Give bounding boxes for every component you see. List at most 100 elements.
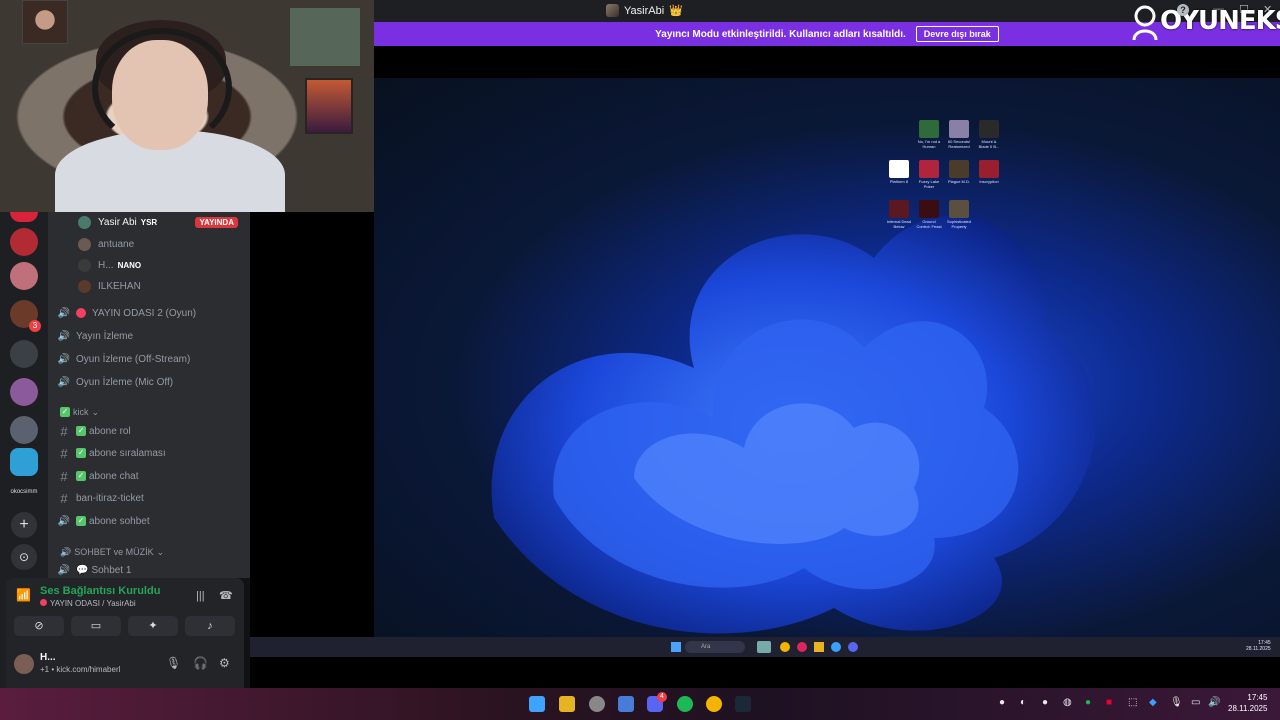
speaker-icon: 🔊 xyxy=(57,564,71,576)
check-icon: ✓ xyxy=(76,471,86,481)
server-icon[interactable] xyxy=(10,228,38,256)
voice-channel[interactable]: 🔊 Oyun İzleme (Mic Off) xyxy=(48,372,250,392)
desktop-icon[interactable]: Fuzzy Lake Poker xyxy=(916,160,942,189)
speech-bubble-icon: 💬 xyxy=(76,564,89,576)
screen-share-button[interactable]: ▭ xyxy=(71,616,121,636)
server-icon[interactable] xyxy=(10,212,38,222)
user-panel: H... +1 • kick.com/himaberl 🎙 🎧 ⚙ xyxy=(6,642,244,688)
spotify-tray-icon[interactable]: ● xyxy=(1085,697,1091,708)
hash-icon: # xyxy=(60,423,68,439)
spotify-icon[interactable] xyxy=(677,696,693,712)
voice-channel[interactable]: 🔊 💬 Sohbet 1 xyxy=(48,560,250,578)
server-folder-icon[interactable] xyxy=(10,416,38,444)
server-folder-icon[interactable] xyxy=(10,378,38,406)
server-icon[interactable] xyxy=(10,448,38,476)
desktop-icon[interactable]: No, I'm not a Human xyxy=(916,120,942,149)
check-icon: ✓ xyxy=(76,426,86,436)
desktop-icon[interactable]: Sophisticated Property xyxy=(946,200,972,229)
window-title-text: YasirAbi xyxy=(624,4,665,17)
user-name[interactable]: H... xyxy=(40,652,56,663)
desktop-icon[interactable]: Inscryption xyxy=(976,160,1002,184)
tray-icon[interactable]: ● xyxy=(999,697,1005,708)
disconnect-icon[interactable]: ☎ xyxy=(219,589,233,602)
voice-channel[interactable]: 🔊 ✓ abone sohbet xyxy=(48,511,250,531)
windows-start-icon[interactable] xyxy=(529,696,545,712)
server-folder-icon[interactable] xyxy=(10,340,38,368)
discover-icon[interactable]: ⊙ xyxy=(11,544,37,570)
category-music[interactable]: 🔊 SOHBET ve MÜZİK ⌄ xyxy=(48,542,250,562)
mascot-logo-icon xyxy=(1132,5,1158,41)
network-icon[interactable]: ▭ xyxy=(1191,697,1200,708)
bloom-wallpaper-art xyxy=(491,215,1096,634)
discord-badge: 4 xyxy=(657,692,667,702)
text-channel[interactable]: # ✓ abone chat xyxy=(48,466,250,486)
avatar[interactable] xyxy=(14,654,34,674)
steam-icon[interactable] xyxy=(735,696,751,712)
live-dot-icon xyxy=(76,308,86,318)
avatar xyxy=(78,258,91,272)
tray-icon[interactable]: ◍ xyxy=(1063,697,1072,708)
hash-icon: # xyxy=(60,468,68,484)
chevron-down-icon: ⌄ xyxy=(156,546,165,557)
voice-room[interactable]: YAYIN ODASI / YasirAbi xyxy=(40,599,136,608)
stream-search-box: Ara xyxy=(685,641,745,653)
tray-icon[interactable]: ■ xyxy=(1106,697,1112,708)
server-folder-icon[interactable] xyxy=(10,262,38,290)
host-clock[interactable]: 17:45 28.11.2025 xyxy=(1228,692,1267,714)
text-channel[interactable]: # ✓ abone sıralaması xyxy=(48,443,250,463)
noise-suppression-icon[interactable]: ||| xyxy=(196,590,205,602)
microphone-tray-icon[interactable]: 🎙 xyxy=(1170,697,1183,708)
app-icon[interactable] xyxy=(618,696,634,712)
tray-icon[interactable]: ◆ xyxy=(1149,697,1157,708)
microphone-icon[interactable]: 🎙 xyxy=(166,656,181,670)
file-explorer-icon[interactable] xyxy=(559,696,575,712)
user-status: +1 • kick.com/himaberl xyxy=(40,665,121,674)
voice-channel[interactable]: 🔊 Yayın İzleme xyxy=(48,326,250,346)
camera-off-button[interactable]: ⊘ xyxy=(14,616,64,636)
activities-button[interactable]: ✦ xyxy=(128,616,178,636)
desktop-icon[interactable]: Ground Control: Feast xyxy=(916,200,942,229)
voice-user[interactable]: antuane xyxy=(48,234,250,254)
server-badge: 3 xyxy=(29,320,41,332)
voice-user[interactable]: H... NANO xyxy=(48,255,250,275)
tray-icon[interactable]: ◐ xyxy=(1020,697,1026,708)
voice-channel[interactable]: 🔊 Oyun İzleme (Off-Stream) xyxy=(48,349,250,369)
speaker-icon: 🔊 xyxy=(57,376,71,388)
category-kick[interactable]: ✓ kick ⌄ xyxy=(48,402,250,422)
stream-clock: 17:45 28.11.2025 xyxy=(1246,640,1271,652)
obs-icon[interactable] xyxy=(589,696,605,712)
speaker-icon: 🔊 xyxy=(57,307,71,319)
desktop-icon[interactable]: 60 Seconds! Reatomized xyxy=(946,120,972,149)
desktop-icon[interactable]: Platform 8 xyxy=(886,160,912,184)
settings-gear-icon[interactable]: ⚙ xyxy=(219,656,230,670)
disable-streamer-mode-button[interactable]: Devre dışı bırak xyxy=(915,26,999,42)
add-server-icon[interactable]: + xyxy=(11,512,37,538)
guest-webcam xyxy=(22,0,68,44)
voice-user[interactable]: Yasir Abi YSR YAYINDA xyxy=(48,212,250,232)
opera-icon xyxy=(797,642,807,652)
desktop-icon[interactable]: Mount & Blade II B... xyxy=(976,120,1002,149)
role-tag: NANO xyxy=(117,260,142,270)
volume-icon[interactable]: 🔊 xyxy=(1208,697,1220,708)
text-channel[interactable]: # ban-itiraz-ticket xyxy=(48,488,250,508)
help-icon[interactable]: ? xyxy=(1177,4,1189,16)
folder-icon xyxy=(814,642,824,652)
headphones-icon[interactable]: 🎧 xyxy=(193,656,208,670)
avatar xyxy=(78,215,91,229)
voice-status[interactable]: Ses Bağlantısı Kuruldu xyxy=(40,585,160,597)
desktop-icon[interactable]: Plague M.D. xyxy=(946,160,972,184)
speaker-icon: 🔊 xyxy=(57,515,71,527)
voice-channel[interactable]: 🔊 YAYIN ODASI 2 (Oyun) xyxy=(48,303,250,323)
desktop-icon[interactable]: Infernal Dead Below xyxy=(886,200,912,229)
speaker-icon: 🔊 xyxy=(60,546,72,557)
avatar xyxy=(78,279,91,293)
text-channel[interactable]: # ✓ abone rol xyxy=(48,421,250,441)
tray-icon[interactable]: ● xyxy=(1042,697,1048,708)
chrome-icon[interactable] xyxy=(706,696,722,712)
tray-icon[interactable]: ⬚ xyxy=(1128,697,1137,708)
voice-user[interactable]: ILKEHAN xyxy=(48,276,250,296)
app-icon xyxy=(831,642,841,652)
hash-icon: # xyxy=(60,490,68,506)
soundboard-button[interactable]: ♪ xyxy=(185,616,235,636)
discord-icon xyxy=(848,642,858,652)
